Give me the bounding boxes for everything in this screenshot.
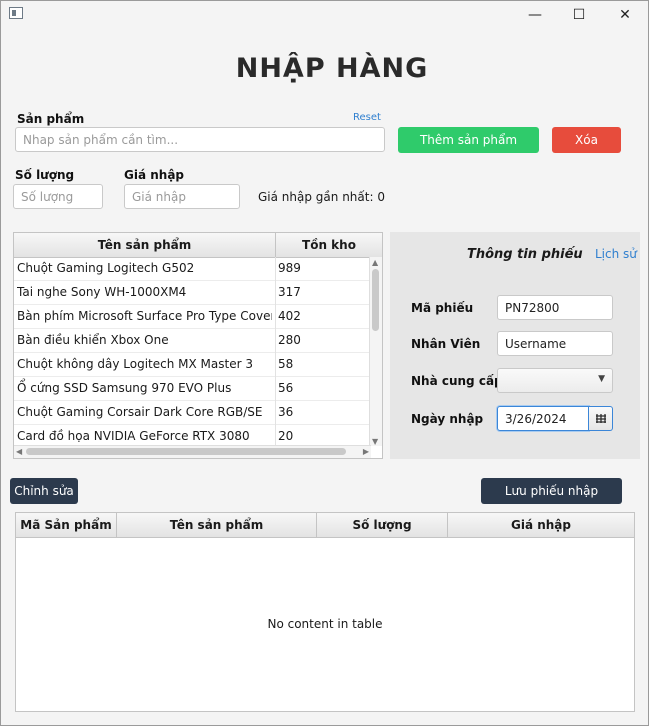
column-header-product-name[interactable]: Tên sản phẩm [14,233,276,257]
product-name-cell: Tai nghe Sony WH-1000XM4 [17,285,187,299]
supplier-label: Nhà cung cấp [411,374,503,388]
price-label: Giá nhập [124,168,185,182]
supplier-select[interactable]: ▼ [497,368,613,393]
vertical-scroll-thumb[interactable] [372,269,379,331]
history-link[interactable]: Lịch sử [595,247,637,261]
add-product-button[interactable]: Thêm sản phẩm [398,127,539,153]
quantity-label: Số lượng [15,168,75,182]
receipt-info-panel: Thông tin phiếu Lịch sử Mã phiếu PN72800… [390,232,640,459]
product-name-cell: Bàn phím Microsoft Surface Pro Type Cove… [17,309,272,323]
product-name-cell: Bàn điều khiển Xbox One [17,333,169,347]
close-button[interactable]: ✕ [602,0,648,30]
product-label: Sản phẩm [17,112,85,126]
horizontal-scroll-thumb[interactable] [26,448,346,455]
horizontal-scrollbar[interactable]: ◀ ▶ [14,445,371,458]
stock-cell: 317 [278,285,301,299]
table-row[interactable]: Chuột Gaming Logitech G502 989 [14,257,371,281]
vertical-scrollbar[interactable]: ▲ ▼ [369,257,382,446]
staff-label: Nhân Viên [411,337,481,351]
delete-button[interactable]: Xóa [552,127,621,153]
column-header-import-price[interactable]: Giá nhập [448,513,634,537]
table-row[interactable]: Chuột không dây Logitech MX Master 3 58 [14,353,371,377]
stock-cell: 989 [278,261,301,275]
edit-button[interactable]: Chỉnh sửa [10,478,78,504]
receipt-code-field[interactable]: PN72800 [497,295,613,320]
table-row[interactable]: Ổ cứng SSD Samsung 970 EVO Plus 56 [14,377,371,401]
table-row[interactable]: Tai nghe Sony WH-1000XM4 317 [14,281,371,305]
calendar-icon [595,414,606,423]
date-picker-button[interactable] [589,406,613,431]
receipt-items-table[interactable]: Mã Sản phẩm Tên sản phẩm Số lượng Giá nh… [15,512,635,712]
page-title: NHẬP HÀNG [235,53,429,84]
empty-table-message: No content in table [267,617,383,631]
minimize-button[interactable]: — [512,0,558,30]
import-date-label: Ngày nhập [411,412,484,426]
stock-cell: 280 [278,333,301,347]
latest-price-text: Giá nhập gần nhất: 0 [258,190,385,204]
title-bar: — ☐ ✕ [0,0,649,30]
stock-cell: 402 [278,309,301,323]
scroll-left-icon[interactable]: ◀ [16,447,22,456]
import-date-input[interactable]: 3/26/2024 [497,406,589,431]
product-name-cell: Chuột Gaming Logitech G502 [17,261,195,275]
column-header-stock[interactable]: Tồn kho [276,233,382,257]
table-row[interactable]: Bàn điều khiển Xbox One 280 [14,329,371,353]
product-name-cell: Ổ cứng SSD Samsung 970 EVO Plus [17,381,232,395]
stock-cell: 56 [278,381,294,395]
column-header-product-code[interactable]: Mã Sản phẩm [16,513,117,537]
maximize-button[interactable]: ☐ [556,0,602,30]
scroll-down-icon[interactable]: ▼ [372,437,378,446]
product-name-cell: Chuột không dây Logitech MX Master 3 [17,357,253,371]
stock-cell: 36 [278,405,294,419]
receipt-code-label: Mã phiếu [411,301,474,315]
reset-link[interactable]: Reset [353,112,381,123]
receipt-info-title: Thông tin phiếu [467,247,583,262]
table-row[interactable]: Chuột Gaming Corsair Dark Core RGB/SE 36 [14,401,371,425]
product-name-cell: Chuột Gaming Corsair Dark Core RGB/SE [17,405,263,419]
scroll-up-icon[interactable]: ▲ [372,258,378,267]
stock-cell: 58 [278,357,294,371]
product-search-input[interactable]: Nhap sản phẩm cần tìm... [15,127,385,152]
receipt-table-header: Mã Sản phẩm Tên sản phẩm Số lượng Giá nh… [16,513,634,538]
quantity-input[interactable]: Số lượng [13,184,103,209]
column-header-quantity[interactable]: Số lượng [317,513,448,537]
column-header-product-name[interactable]: Tên sản phẩm [117,513,317,537]
save-receipt-button[interactable]: Lưu phiếu nhập [481,478,622,504]
price-input[interactable]: Giá nhập [124,184,240,209]
app-icon [9,7,23,19]
table-row[interactable]: Bàn phím Microsoft Surface Pro Type Cove… [14,305,371,329]
chevron-down-icon: ▼ [598,374,605,384]
staff-field[interactable]: Username [497,331,613,356]
products-table-header: Tên sản phẩm Tồn kho [14,233,382,258]
scroll-right-icon[interactable]: ▶ [363,447,369,456]
products-table[interactable]: Tên sản phẩm Tồn kho Chuột Gaming Logite… [13,232,383,459]
